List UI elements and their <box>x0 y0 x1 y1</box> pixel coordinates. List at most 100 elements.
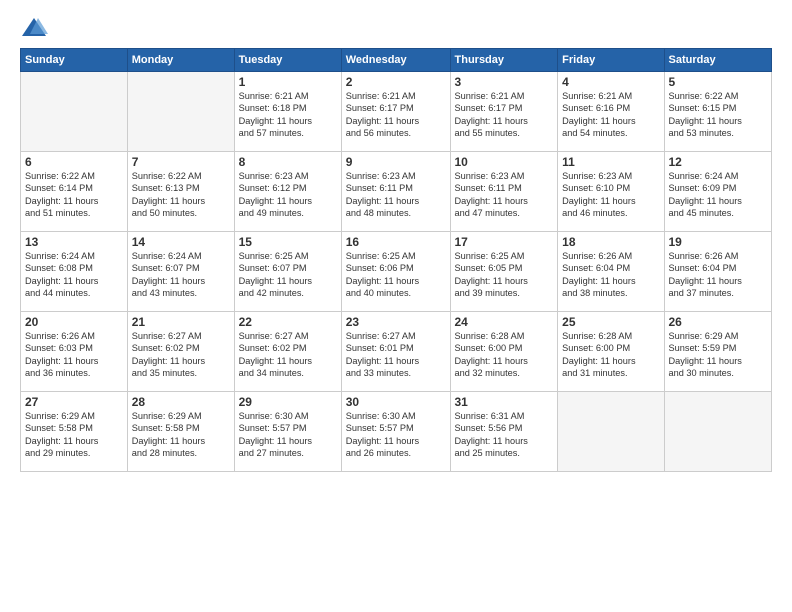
header <box>20 16 772 40</box>
calendar-day-cell: 24Sunrise: 6:28 AM Sunset: 6:00 PM Dayli… <box>450 312 558 392</box>
day-header: Saturday <box>664 49 772 72</box>
calendar-day-cell: 10Sunrise: 6:23 AM Sunset: 6:11 PM Dayli… <box>450 152 558 232</box>
day-number: 19 <box>669 235 768 249</box>
day-info: Sunrise: 6:24 AM Sunset: 6:07 PM Dayligh… <box>132 250 230 300</box>
calendar-day-cell: 15Sunrise: 6:25 AM Sunset: 6:07 PM Dayli… <box>234 232 341 312</box>
calendar-day-cell: 26Sunrise: 6:29 AM Sunset: 5:59 PM Dayli… <box>664 312 772 392</box>
day-header: Wednesday <box>341 49 450 72</box>
day-number: 1 <box>239 75 337 89</box>
day-header: Friday <box>558 49 664 72</box>
calendar-day-cell: 22Sunrise: 6:27 AM Sunset: 6:02 PM Dayli… <box>234 312 341 392</box>
day-header: Thursday <box>450 49 558 72</box>
calendar-day-cell: 2Sunrise: 6:21 AM Sunset: 6:17 PM Daylig… <box>341 72 450 152</box>
day-info: Sunrise: 6:29 AM Sunset: 5:58 PM Dayligh… <box>132 410 230 460</box>
calendar-day-cell: 20Sunrise: 6:26 AM Sunset: 6:03 PM Dayli… <box>21 312 128 392</box>
logo <box>20 16 52 40</box>
calendar-day-cell: 17Sunrise: 6:25 AM Sunset: 6:05 PM Dayli… <box>450 232 558 312</box>
day-info: Sunrise: 6:30 AM Sunset: 5:57 PM Dayligh… <box>346 410 446 460</box>
day-number: 26 <box>669 315 768 329</box>
calendar-week-row: 6Sunrise: 6:22 AM Sunset: 6:14 PM Daylig… <box>21 152 772 232</box>
day-info: Sunrise: 6:26 AM Sunset: 6:04 PM Dayligh… <box>562 250 659 300</box>
day-number: 3 <box>455 75 554 89</box>
calendar-week-row: 20Sunrise: 6:26 AM Sunset: 6:03 PM Dayli… <box>21 312 772 392</box>
day-number: 11 <box>562 155 659 169</box>
calendar-day-cell: 25Sunrise: 6:28 AM Sunset: 6:00 PM Dayli… <box>558 312 664 392</box>
calendar-body: 1Sunrise: 6:21 AM Sunset: 6:18 PM Daylig… <box>21 72 772 472</box>
calendar-day-cell: 13Sunrise: 6:24 AM Sunset: 6:08 PM Dayli… <box>21 232 128 312</box>
calendar-day-cell: 31Sunrise: 6:31 AM Sunset: 5:56 PM Dayli… <box>450 392 558 472</box>
day-number: 25 <box>562 315 659 329</box>
day-number: 23 <box>346 315 446 329</box>
day-info: Sunrise: 6:23 AM Sunset: 6:11 PM Dayligh… <box>346 170 446 220</box>
day-number: 8 <box>239 155 337 169</box>
day-header: Sunday <box>21 49 128 72</box>
day-number: 24 <box>455 315 554 329</box>
day-info: Sunrise: 6:21 AM Sunset: 6:18 PM Dayligh… <box>239 90 337 140</box>
calendar-day-cell <box>558 392 664 472</box>
day-info: Sunrise: 6:23 AM Sunset: 6:12 PM Dayligh… <box>239 170 337 220</box>
calendar-day-cell: 29Sunrise: 6:30 AM Sunset: 5:57 PM Dayli… <box>234 392 341 472</box>
calendar-week-row: 27 Sunrise: 6:29 AM Sunset: 5:58 PM Dayli… <box>21 392 772 472</box>
day-number: 13 <box>25 235 123 249</box>
day-header: Tuesday <box>234 49 341 72</box>
day-number: 31 <box>455 395 554 409</box>
day-info: Sunrise: 6:22 AM Sunset: 6:14 PM Dayligh… <box>25 170 123 220</box>
calendar-day-cell: 18Sunrise: 6:26 AM Sunset: 6:04 PM Dayli… <box>558 232 664 312</box>
day-info: Sunrise: 6:29 AM Sunset: 5:59 PM Dayligh… <box>669 330 768 380</box>
calendar-day-cell: 5Sunrise: 6:22 AM Sunset: 6:15 PM Daylig… <box>664 72 772 152</box>
calendar-day-cell: 11Sunrise: 6:23 AM Sunset: 6:10 PM Dayli… <box>558 152 664 232</box>
day-info: Sunrise: 6:28 AM Sunset: 6:00 PM Dayligh… <box>562 330 659 380</box>
day-info: Sunrise: 6:21 AM Sunset: 6:16 PM Dayligh… <box>562 90 659 140</box>
day-info: Sunrise: 6:28 AM Sunset: 6:00 PM Dayligh… <box>455 330 554 380</box>
logo-icon <box>20 16 48 40</box>
calendar-day-cell: 16Sunrise: 6:25 AM Sunset: 6:06 PM Dayli… <box>341 232 450 312</box>
day-info: Sunrise: 6:27 AM Sunset: 6:02 PM Dayligh… <box>132 330 230 380</box>
day-number: 27 <box>25 395 123 409</box>
calendar-day-cell: 14Sunrise: 6:24 AM Sunset: 6:07 PM Dayli… <box>127 232 234 312</box>
day-info: Sunrise: 6:31 AM Sunset: 5:56 PM Dayligh… <box>455 410 554 460</box>
day-info: Sunrise: 6:25 AM Sunset: 6:05 PM Dayligh… <box>455 250 554 300</box>
calendar-day-cell: 28Sunrise: 6:29 AM Sunset: 5:58 PM Dayli… <box>127 392 234 472</box>
page: SundayMondayTuesdayWednesdayThursdayFrid… <box>0 0 792 612</box>
calendar-day-cell <box>127 72 234 152</box>
day-info: Sunrise: 6:21 AM Sunset: 6:17 PM Dayligh… <box>346 90 446 140</box>
day-info: Sunrise: 6:23 AM Sunset: 6:10 PM Dayligh… <box>562 170 659 220</box>
calendar-day-cell: 27Sunrise: 6:29 AM Sunset: 5:58 PM Dayli… <box>21 392 128 472</box>
calendar-day-cell: 12Sunrise: 6:24 AM Sunset: 6:09 PM Dayli… <box>664 152 772 232</box>
calendar-day-cell <box>664 392 772 472</box>
day-info: Sunrise: 6:25 AM Sunset: 6:07 PM Dayligh… <box>239 250 337 300</box>
calendar-week-row: 13Sunrise: 6:24 AM Sunset: 6:08 PM Dayli… <box>21 232 772 312</box>
calendar-day-cell: 1Sunrise: 6:21 AM Sunset: 6:18 PM Daylig… <box>234 72 341 152</box>
day-info: Sunrise: 6:22 AM Sunset: 6:15 PM Dayligh… <box>669 90 768 140</box>
day-number: 7 <box>132 155 230 169</box>
day-number: 30 <box>346 395 446 409</box>
calendar: SundayMondayTuesdayWednesdayThursdayFrid… <box>20 48 772 472</box>
calendar-day-cell: 6Sunrise: 6:22 AM Sunset: 6:14 PM Daylig… <box>21 152 128 232</box>
day-number: 10 <box>455 155 554 169</box>
calendar-day-cell: 7Sunrise: 6:22 AM Sunset: 6:13 PM Daylig… <box>127 152 234 232</box>
day-number: 9 <box>346 155 446 169</box>
day-number: 20 <box>25 315 123 329</box>
calendar-day-cell: 4Sunrise: 6:21 AM Sunset: 6:16 PM Daylig… <box>558 72 664 152</box>
day-number: 21 <box>132 315 230 329</box>
day-info: Sunrise: 6:22 AM Sunset: 6:13 PM Dayligh… <box>132 170 230 220</box>
day-number: 28 <box>132 395 230 409</box>
day-info: Sunrise: 6:25 AM Sunset: 6:06 PM Dayligh… <box>346 250 446 300</box>
calendar-header: SundayMondayTuesdayWednesdayThursdayFrid… <box>21 49 772 72</box>
day-info: Sunrise: 6:24 AM Sunset: 6:08 PM Dayligh… <box>25 250 123 300</box>
day-info: Sunrise: 6:26 AM Sunset: 6:04 PM Dayligh… <box>669 250 768 300</box>
day-number: 18 <box>562 235 659 249</box>
day-number: 4 <box>562 75 659 89</box>
day-number: 22 <box>239 315 337 329</box>
calendar-day-cell: 30Sunrise: 6:30 AM Sunset: 5:57 PM Dayli… <box>341 392 450 472</box>
day-info: Sunrise: 6:24 AM Sunset: 6:09 PM Dayligh… <box>669 170 768 220</box>
header-row: SundayMondayTuesdayWednesdayThursdayFrid… <box>21 49 772 72</box>
day-header: Monday <box>127 49 234 72</box>
day-number: 2 <box>346 75 446 89</box>
day-number: 15 <box>239 235 337 249</box>
calendar-week-row: 1Sunrise: 6:21 AM Sunset: 6:18 PM Daylig… <box>21 72 772 152</box>
day-number: 5 <box>669 75 768 89</box>
day-info: Sunrise: 6:27 AM Sunset: 6:02 PM Dayligh… <box>239 330 337 380</box>
day-number: 12 <box>669 155 768 169</box>
day-info: Sunrise: 6:26 AM Sunset: 6:03 PM Dayligh… <box>25 330 123 380</box>
